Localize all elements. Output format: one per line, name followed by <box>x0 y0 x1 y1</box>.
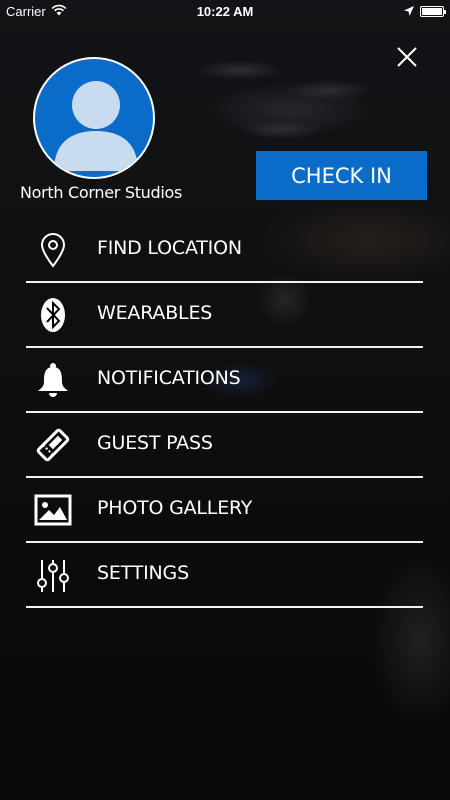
image-icon <box>28 490 78 530</box>
bluetooth-icon <box>28 295 78 335</box>
status-time: 10:22 AM <box>196 3 254 19</box>
menu-item-wearables[interactable]: WEARABLES <box>26 283 423 348</box>
bell-icon <box>28 360 78 400</box>
menu-label: PHOTO GALLERY <box>97 497 253 519</box>
menu-label: GUEST PASS <box>97 432 213 454</box>
menu-label: SETTINGS <box>97 562 189 584</box>
battery-icon <box>420 5 446 17</box>
location-pin-icon <box>28 230 78 270</box>
menu-label: NOTIFICATIONS <box>97 367 241 389</box>
status-bar: Carrier 10:22 AM <box>0 0 450 22</box>
ticket-icon <box>28 425 78 465</box>
menu-item-settings[interactable]: SETTINGS <box>26 543 423 608</box>
menu-item-guest-pass[interactable]: GUEST PASS <box>26 413 423 478</box>
sliders-icon <box>28 555 78 595</box>
menu-label: FIND LOCATION <box>97 237 242 259</box>
close-icon[interactable] <box>394 44 420 70</box>
user-avatar-icon[interactable] <box>33 57 155 179</box>
menu-item-find-location[interactable]: FIND LOCATION <box>26 218 423 283</box>
wifi-icon <box>51 4 67 19</box>
carrier-label: Carrier <box>6 3 46 19</box>
menu-item-photo-gallery[interactable]: PHOTO GALLERY <box>26 478 423 543</box>
check-in-button[interactable]: CHECK IN <box>256 151 427 200</box>
side-menu: FIND LOCATION WEARABLES NOTIFICATIONS GU… <box>26 218 423 608</box>
status-left: Carrier <box>6 4 67 19</box>
location-arrow-icon <box>404 4 414 19</box>
battery-fill <box>422 7 442 15</box>
menu-item-notifications[interactable]: NOTIFICATIONS <box>26 348 423 413</box>
menu-label: WEARABLES <box>97 302 213 324</box>
status-right <box>404 4 446 19</box>
studio-name: North Corner Studios <box>20 183 183 202</box>
